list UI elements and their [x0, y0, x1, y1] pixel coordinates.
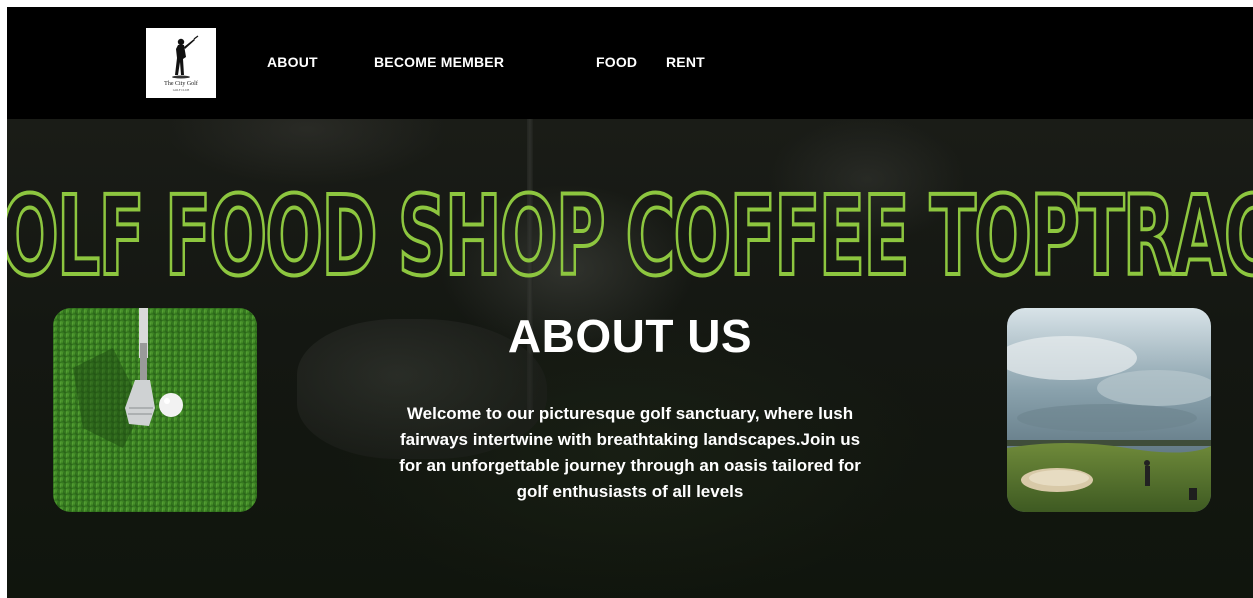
- logo-tagline: GOLF CLUB: [172, 88, 190, 92]
- site-header: The City Golf GOLF CLUB ABOUT BECOME MEM…: [7, 7, 1253, 119]
- page-frame: The City Golf GOLF CLUB ABOUT BECOME MEM…: [7, 7, 1253, 598]
- nav-food[interactable]: FOOD: [596, 54, 637, 70]
- about-hero: GOLF FOOD SHOP COFFEE TOPTRACER: [7, 119, 1253, 598]
- golfer-silhouette-icon: [172, 35, 199, 79]
- nav-about[interactable]: ABOUT: [267, 54, 318, 70]
- golf-course-photo: [1007, 308, 1211, 512]
- site-logo[interactable]: The City Golf GOLF CLUB: [146, 28, 216, 98]
- logo-name: The City Golf: [164, 81, 198, 87]
- about-description: Welcome to our picturesque golf sanctuar…: [399, 404, 861, 501]
- scrolling-marquee: GOLF FOOD SHOP COFFEE TOPTRACER: [7, 164, 1253, 294]
- marquee-text: GOLF FOOD SHOP COFFEE TOPTRACER: [7, 172, 1253, 294]
- nav-become-member[interactable]: BECOME MEMBER: [374, 54, 504, 70]
- nav-rent[interactable]: RENT: [666, 54, 705, 70]
